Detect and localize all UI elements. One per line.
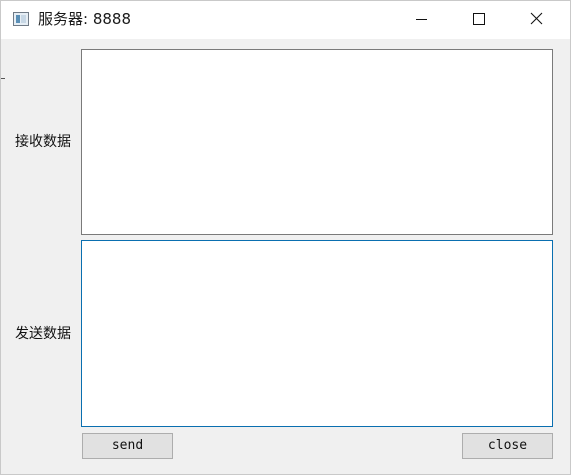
close-window-button[interactable] (508, 1, 566, 39)
send-button[interactable]: send (82, 433, 173, 459)
minimize-button[interactable] (392, 1, 450, 39)
maximize-button[interactable] (450, 1, 508, 39)
send-data-label: 发送数据 (15, 326, 71, 342)
receive-data-textarea[interactable] (81, 49, 553, 235)
close-button[interactable]: close (462, 433, 553, 459)
minimize-icon (416, 19, 427, 20)
receive-data-label: 接收数据 (15, 134, 71, 150)
maximize-icon (473, 13, 485, 25)
app-window-icon (13, 12, 29, 26)
server-window: 服务器: 8888 接收数据 发送数据 send close (0, 0, 571, 475)
window-title: 服务器: 8888 (38, 10, 131, 28)
title-bar[interactable]: 服务器: 8888 (1, 1, 570, 39)
send-data-textarea[interactable] (81, 240, 553, 427)
close-icon (530, 12, 543, 25)
window-edge-mark (1, 78, 5, 79)
